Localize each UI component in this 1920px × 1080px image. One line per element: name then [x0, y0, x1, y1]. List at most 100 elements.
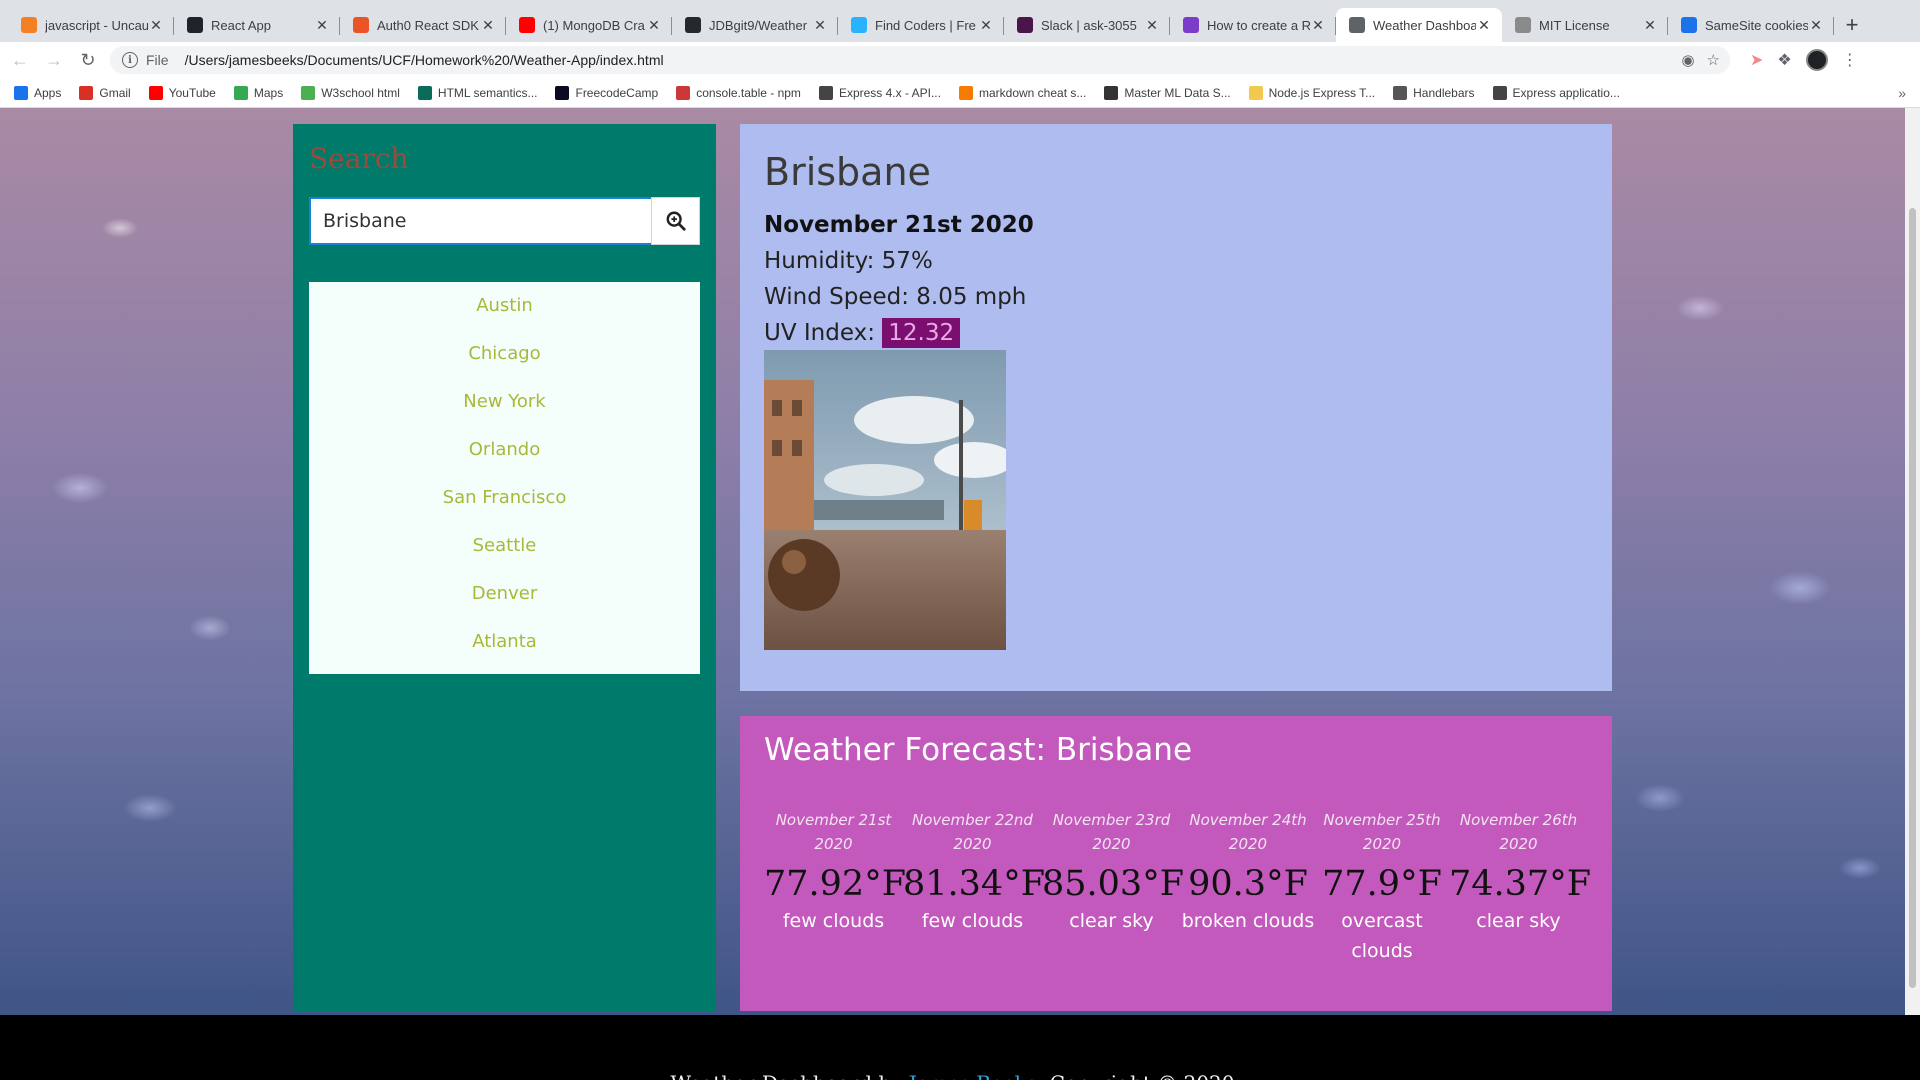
forecast-date: November 25th 2020: [1323, 811, 1441, 853]
tab-title: Slack | ask-3055: [1041, 17, 1137, 33]
browser-tab[interactable]: How to create a R ✕: [1170, 8, 1336, 42]
bookmark-favicon-icon: [555, 85, 570, 100]
footer-prefix: Weather Dashboard by: [671, 1071, 909, 1080]
page-scrollbar[interactable]: [1905, 108, 1920, 1015]
city-list-item[interactable]: Chicago: [309, 338, 700, 386]
forecast-date: November 26th 2020: [1459, 811, 1578, 853]
bookmark-item[interactable]: HTML semantics...: [417, 85, 538, 100]
new-tab-button[interactable]: +: [1834, 8, 1870, 42]
tab-close-icon[interactable]: ✕: [646, 17, 662, 34]
cookie-blocked-icon[interactable]: ◉: [1681, 51, 1694, 69]
tab-close-icon[interactable]: ✕: [480, 17, 496, 34]
city-list-item[interactable]: Denver: [309, 578, 700, 626]
tab-title: Auth0 React SDK: [377, 17, 479, 33]
bookmark-label: Express 4.x - API...: [838, 85, 941, 100]
address-url[interactable]: /Users/jamesbeeks/Documents/UCF/Homework…: [185, 52, 1682, 68]
search-button[interactable]: [651, 197, 700, 245]
bookmark-item[interactable]: YouTube: [148, 85, 216, 100]
bookmark-item[interactable]: Apps: [14, 85, 62, 100]
browser-tab[interactable]: Weather Dashboa ✕: [1336, 8, 1502, 42]
bookmark-item[interactable]: Master ML Data S...: [1104, 85, 1231, 100]
forecast-date: November 23rd 2020: [1052, 811, 1171, 853]
react-icon: [187, 17, 203, 33]
menu-icon[interactable]: ⋮: [1842, 50, 1858, 70]
bookmark-label: HTML semantics...: [437, 85, 538, 100]
city-list-item[interactable]: Austin: [309, 290, 700, 338]
browser-tab[interactable]: React App ✕: [174, 8, 340, 42]
bookmark-label: Master ML Data S...: [1124, 85, 1231, 100]
tab-close-icon[interactable]: ✕: [1476, 17, 1492, 34]
tab-close-icon[interactable]: ✕: [978, 17, 994, 34]
tab-title: How to create a R: [1207, 17, 1310, 33]
city-list-item[interactable]: San Francisco: [309, 482, 700, 530]
forecast-date: November 22nd 2020: [912, 811, 1033, 853]
tab-close-icon[interactable]: ✕: [314, 17, 330, 34]
bookmark-item[interactable]: Maps: [233, 85, 283, 100]
bookmark-item[interactable]: Handlebars: [1393, 85, 1475, 100]
globe-icon: [1349, 17, 1365, 33]
bookmark-favicon-icon: [1248, 85, 1263, 100]
mit-icon: [1515, 17, 1531, 33]
bookmark-item[interactable]: Express applicatio...: [1492, 85, 1620, 100]
bookmark-star-icon[interactable]: ☆: [1707, 51, 1720, 69]
city-list-item[interactable]: Seattle: [309, 530, 700, 578]
tab-close-icon[interactable]: ✕: [1808, 17, 1824, 34]
forecast-temp: 77.92°F: [764, 864, 906, 904]
stackoverflow-icon: [21, 17, 37, 33]
browser-tab[interactable]: Slack | ask-3055 ✕: [1004, 8, 1170, 42]
forecast-description: few clouds: [921, 910, 1024, 932]
forward-button[interactable]: →: [40, 46, 68, 74]
back-button[interactable]: ←: [6, 46, 34, 74]
tab-title: Find Coders | Fre: [875, 17, 976, 33]
reload-button[interactable]: ↻: [74, 46, 102, 74]
bookmark-favicon-icon: [79, 85, 94, 100]
bookmark-item[interactable]: Node.js Express T...: [1248, 85, 1375, 100]
bookmark-label: Gmail: [99, 85, 131, 100]
scrollbar-thumb[interactable]: [1909, 208, 1916, 988]
browser-tab[interactable]: Find Coders | Fre ✕: [838, 8, 1004, 42]
bookmark-item[interactable]: FreecodeCamp: [555, 85, 658, 100]
tab-close-icon[interactable]: ✕: [1642, 17, 1658, 34]
mdn-icon: [1681, 17, 1697, 33]
bookmark-label: Handlebars: [1413, 85, 1475, 100]
forecast-title: Weather Forecast: Brisbane: [764, 732, 1193, 768]
address-bar[interactable]: i File /Users/jamesbeeks/Documents/UCF/H…: [110, 46, 1730, 74]
tab-close-icon[interactable]: ✕: [1310, 17, 1326, 34]
puzzle-icon[interactable]: ❖: [1777, 50, 1791, 70]
search-input[interactable]: [309, 197, 651, 245]
info-icon[interactable]: i: [122, 52, 138, 68]
browser-tab[interactable]: SameSite cookies ✕: [1668, 8, 1834, 42]
browser-tab[interactable]: Auth0 React SDK ✕: [340, 8, 506, 42]
extension-icon[interactable]: ➤: [1750, 50, 1763, 70]
bookmark-item[interactable]: markdown cheat s...: [958, 85, 1086, 100]
browser-tab[interactable]: MIT License ✕: [1502, 8, 1668, 42]
browser-tab[interactable]: JDBgit9/Weather ✕: [672, 8, 838, 42]
bookmark-item[interactable]: Gmail: [79, 85, 131, 100]
freelancer-icon: [851, 17, 867, 33]
search-form: [309, 197, 700, 245]
address-scheme: File: [146, 52, 169, 68]
city-list-item[interactable]: Atlanta: [309, 626, 700, 674]
more-bookmarks-icon[interactable]: »: [1898, 85, 1906, 101]
forecast-card: November 25th 2020 77.9°F overcast clouds: [1315, 808, 1449, 966]
tab-close-icon[interactable]: ✕: [1144, 17, 1160, 34]
tab-close-icon[interactable]: ✕: [148, 17, 164, 34]
bookmark-label: Apps: [34, 85, 62, 100]
city-list-item[interactable]: Orlando: [309, 434, 700, 482]
footer-author-link[interactable]: James Beeks: [909, 1071, 1037, 1080]
forecast-description: clear sky: [1476, 910, 1561, 932]
tab-title: javascript - Uncau: [45, 17, 148, 33]
bookmark-label: console.table - npm: [696, 85, 801, 100]
tab-close-icon[interactable]: ✕: [812, 17, 828, 34]
bookmark-item[interactable]: console.table - npm: [676, 85, 801, 100]
footer-suffix: . Copyright © 2020: [1037, 1071, 1234, 1080]
uv-index: UV Index: 12.32: [764, 318, 1588, 348]
browser-tab[interactable]: javascript - Uncau ✕: [8, 8, 174, 42]
city-list-item[interactable]: New York: [309, 386, 700, 434]
bookmark-item[interactable]: Express 4.x - API...: [818, 85, 941, 100]
bookmark-item[interactable]: W3school html: [301, 85, 400, 100]
bookmark-favicon-icon: [818, 85, 833, 100]
browser-tab[interactable]: (1) MongoDB Cra ✕: [506, 8, 672, 42]
avatar[interactable]: [1805, 49, 1828, 71]
city-photo: [764, 350, 1006, 650]
